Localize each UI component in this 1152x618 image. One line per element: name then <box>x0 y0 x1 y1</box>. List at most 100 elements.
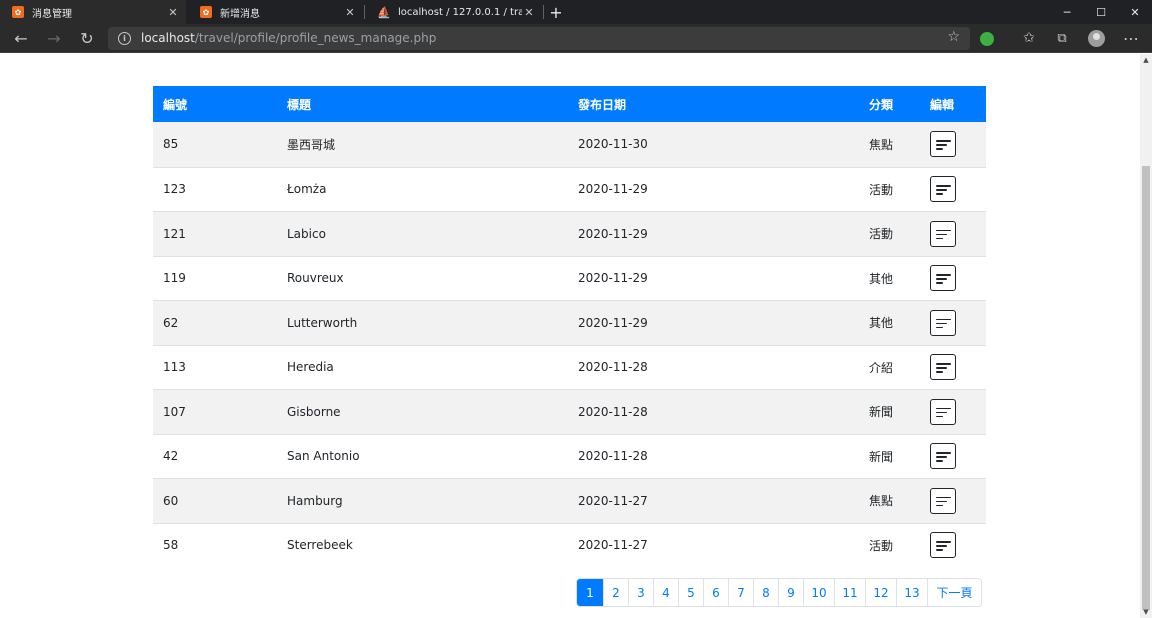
cell-category: 焦點 <box>869 137 894 152</box>
header-category: 分類 <box>869 97 894 112</box>
page-link[interactable]: 2 <box>603 579 628 606</box>
cell-id: 107 <box>163 404 186 419</box>
more-icon[interactable]: ⋯ <box>1118 26 1144 50</box>
cell-title: Lutterworth <box>287 315 358 330</box>
cell-category: 其他 <box>869 316 894 331</box>
edit-list-icon[interactable] <box>930 309 956 336</box>
news-table: 編號 標題 發布日期 分類 編輯 85 墨西哥城 2020-11-30 焦點 123 Ło… <box>153 86 986 567</box>
cell-title: Labico <box>287 226 326 241</box>
cell-id: 85 <box>163 137 179 152</box>
close-icon[interactable]: ✕ <box>343 6 357 19</box>
close-icon[interactable]: ✕ <box>166 6 180 19</box>
tab-phpmyadmin[interactable]: ⛵ localhost / 127.0.0.1 / travel / tra ✕ <box>366 0 542 24</box>
page-link[interactable]: 12 <box>865 579 896 606</box>
edit-list-icon[interactable] <box>930 131 956 158</box>
info-icon[interactable]: i <box>118 32 131 45</box>
table-row: 85 墨西哥城 2020-11-30 焦點 <box>153 122 986 167</box>
xampp-icon: ✿ <box>200 6 212 18</box>
cell-category: 活動 <box>869 538 894 553</box>
cell-title: Heredia <box>287 360 334 375</box>
new-tab-button[interactable]: + <box>548 0 564 24</box>
page-link[interactable]: 13 <box>896 579 927 606</box>
edit-list-icon[interactable] <box>930 354 956 381</box>
extension-icon[interactable] <box>980 32 994 46</box>
back-icon[interactable]: ← <box>8 26 34 50</box>
close-window-button[interactable]: ✕ <box>1118 0 1152 24</box>
address-bar[interactable]: i localhost/travel/profile/profile_news_… <box>108 27 970 50</box>
page-link[interactable]: 1 <box>577 579 603 606</box>
page-link[interactable]: 7 <box>728 579 753 606</box>
page-link[interactable]: 6 <box>703 579 728 606</box>
edit-list-icon[interactable] <box>930 176 956 203</box>
phpmyadmin-icon: ⛵ <box>377 5 391 19</box>
header-edit: 編輯 <box>930 97 955 112</box>
cell-id: 123 <box>163 182 186 197</box>
tab-title: localhost / 127.0.0.1 / travel / tra <box>398 6 522 18</box>
cell-title: 墨西哥城 <box>287 137 336 152</box>
table-body: 85 墨西哥城 2020-11-30 焦點 123 Łomża 2020-11-29 活動 12… <box>153 122 986 567</box>
cell-category: 活動 <box>869 182 894 197</box>
cell-edit <box>930 168 956 212</box>
refresh-icon[interactable]: ↻ <box>74 26 100 50</box>
cell-id: 119 <box>163 271 186 286</box>
page-link[interactable]: 11 <box>834 579 865 606</box>
header-date: 發布日期 <box>578 97 627 112</box>
page-link[interactable]: 8 <box>753 579 778 606</box>
cell-id: 113 <box>163 360 186 375</box>
star-icon[interactable]: ☆ <box>947 29 960 45</box>
table-header: 編號 標題 發布日期 分類 編輯 <box>153 86 986 122</box>
pagination: 1 2 3 4 5 6 7 8 9 10 11 12 13 下一頁 <box>576 578 982 607</box>
cell-edit <box>930 301 956 345</box>
cell-date: 2020-11-29 <box>578 226 648 241</box>
cell-edit <box>930 435 956 479</box>
profile-avatar[interactable] <box>1088 30 1105 47</box>
edit-list-icon[interactable] <box>930 443 956 470</box>
page-link[interactable]: 9 <box>778 579 803 606</box>
tab-divider <box>543 5 544 19</box>
cell-id: 42 <box>163 449 179 464</box>
tab-add-news[interactable]: ✿ 新增消息 ✕ <box>188 0 363 24</box>
edit-list-icon[interactable] <box>930 398 956 425</box>
cell-category: 新聞 <box>869 405 894 420</box>
page-link[interactable]: 4 <box>653 579 678 606</box>
close-icon[interactable]: ✕ <box>522 6 536 19</box>
table-row: 113 Heredia 2020-11-28 介紹 <box>153 344 986 390</box>
scroll-thumb[interactable] <box>1142 166 1150 610</box>
cell-title: San Antonio <box>287 449 360 464</box>
cell-edit <box>930 524 956 568</box>
tab-news-manage[interactable]: ✿ 消息管理 ✕ <box>0 0 186 24</box>
table-row: 60 Hamburg 2020-11-27 焦點 <box>153 478 986 523</box>
cell-category: 活動 <box>869 227 894 242</box>
url-text[interactable]: localhost/travel/profile/profile_news_ma… <box>141 31 436 45</box>
favorites-icon[interactable]: ✩ <box>1016 26 1042 50</box>
forward-icon[interactable]: → <box>41 26 67 50</box>
cell-id: 121 <box>163 226 186 241</box>
maximize-button[interactable]: ☐ <box>1084 0 1118 24</box>
edit-list-icon[interactable] <box>930 220 956 247</box>
cell-edit <box>930 212 956 256</box>
page-link[interactable]: 3 <box>628 579 653 606</box>
cell-edit <box>930 390 956 434</box>
cell-category: 介紹 <box>869 360 894 375</box>
minimize-button[interactable]: ─ <box>1050 0 1084 24</box>
edit-list-icon[interactable] <box>930 532 956 559</box>
collections-icon[interactable]: ⧉ <box>1049 26 1075 50</box>
cell-category: 其他 <box>869 271 894 286</box>
scroll-down-arrow[interactable]: ▼ <box>1140 606 1152 618</box>
tab-title: 新增消息 <box>220 8 260 20</box>
cell-date: 2020-11-29 <box>578 315 648 330</box>
scroll-up-arrow[interactable]: ▲ <box>1140 54 1152 66</box>
edit-list-icon[interactable] <box>930 487 956 514</box>
cell-date: 2020-11-27 <box>578 538 648 553</box>
next-page-link[interactable]: 下一頁 <box>927 579 981 606</box>
cell-edit <box>930 257 956 301</box>
page-scrollbar[interactable]: ▲ ▼ <box>1140 54 1152 618</box>
page-link[interactable]: 5 <box>678 579 703 606</box>
tab-strip: ✿ 消息管理 ✕ ✿ 新增消息 ✕ ⛵ localhost / 127.0.0.… <box>0 0 1152 24</box>
tab-title: 消息管理 <box>32 8 72 20</box>
url-host: localhost <box>141 31 195 45</box>
edit-list-icon[interactable] <box>930 265 956 292</box>
cell-edit <box>930 122 956 167</box>
page-link[interactable]: 10 <box>803 579 834 606</box>
table-row: 62 Lutterworth 2020-11-29 其他 <box>153 300 986 345</box>
